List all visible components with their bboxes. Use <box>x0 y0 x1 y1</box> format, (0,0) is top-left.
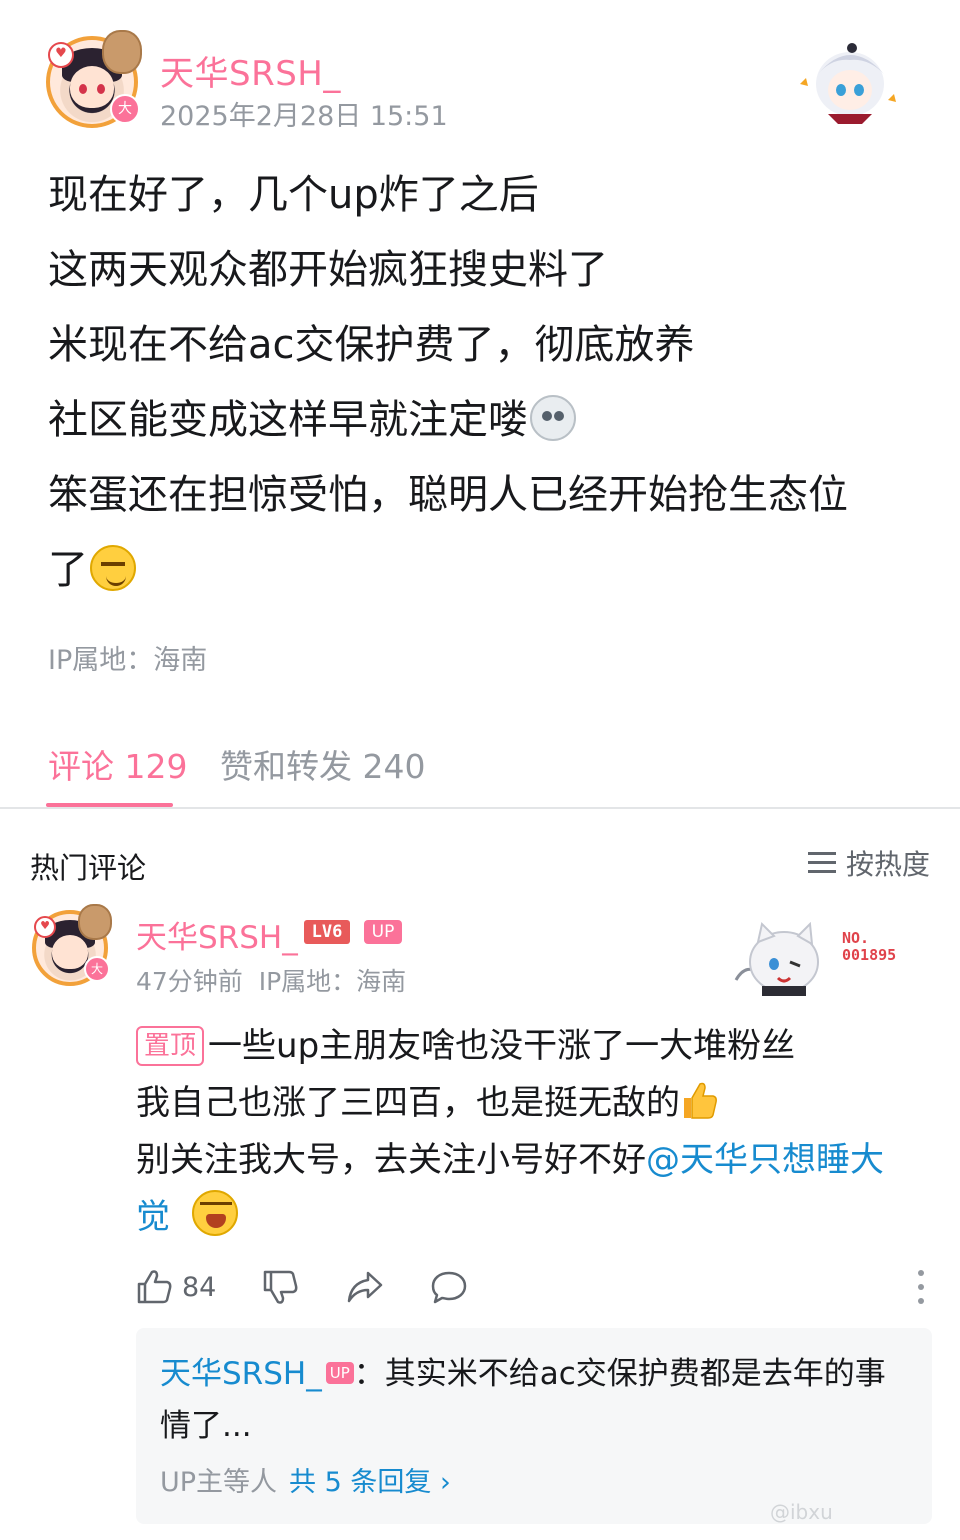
reply-preview[interactable]: 天华SRSH_ UP ：其实米不给ac交保护费都是去年的事情了... UP主等人共 … <box>136 1328 932 1524</box>
comment-content: 置顶 一些up主朋友啥也没干涨了一大堆粉丝 我自己也涨了三四百，也是挺无敌的 别关… <box>136 1018 926 1255</box>
divider <box>0 807 960 809</box>
thumbs-up-icon <box>137 1270 172 1304</box>
comment-avatar[interactable]: ♥ 大 <box>32 904 112 986</box>
comment-line-text: 别关注我大号，去关注小号好不好 <box>136 1140 646 1180</box>
comment-action-bar: 84 <box>136 1262 926 1312</box>
avatar-face <box>52 935 88 969</box>
heart-icon: ♥ <box>48 42 74 68</box>
like-button[interactable]: 84 <box>136 1262 216 1312</box>
reply-text: 天华SRSH_ UP ：其实米不给ac交保护费都是去年的事情了... <box>160 1348 910 1452</box>
post-author-name[interactable]: 天华SRSH_ <box>160 46 341 95</box>
post-line: 笨蛋还在担惊受怕，聪明人已经开始抢生态位 <box>48 472 848 518</box>
mention-link-continued[interactable]: 觉 <box>136 1197 170 1237</box>
post-ip-location: IP属地：海南 <box>48 645 208 676</box>
sort-button[interactable]: 按热度 <box>808 843 930 883</box>
comment-meta: 47分钟前 IP属地：海南 <box>136 967 407 996</box>
like-count: 84 <box>182 1271 217 1303</box>
thumbs-up-emoji-icon <box>684 1082 717 1119</box>
sort-label: 按热度 <box>846 848 931 881</box>
reply-button[interactable] <box>430 1262 468 1312</box>
thumbs-down-icon <box>263 1270 298 1304</box>
post-line-text: 了 <box>48 547 88 593</box>
skull-emoji-icon <box>530 395 576 441</box>
avatar-face <box>70 66 114 108</box>
share-button[interactable] <box>346 1262 384 1312</box>
avatar-eye-left <box>79 84 87 94</box>
reply-participants: UP主等人 <box>160 1467 278 1498</box>
mention-link[interactable]: @天华只想睡大 <box>646 1140 884 1180</box>
post-line-with-emoji: 社区能变成这样早就注定喽 <box>48 383 928 458</box>
hot-comments-title: 热门评论 <box>30 851 147 885</box>
sort-icon <box>808 852 836 874</box>
decoration-sticker-girl <box>800 43 896 124</box>
post-line: 这两天观众都开始疯狂搜史料了 <box>48 247 608 293</box>
post-content: 现在好了，几个up炸了之后 这两天观众都开始疯狂搜史料了 米现在不给ac交保护费… <box>48 158 928 608</box>
heart-icon: ♥ <box>34 916 56 938</box>
reply-count: 共 5 条回复 › <box>289 1467 451 1498</box>
up-badge: UP <box>325 1362 354 1384</box>
smirk-emoji-icon <box>90 545 136 591</box>
watermark: @ibxu <box>770 1500 833 1524</box>
tab-comments[interactable]: 评论 129 <box>48 740 187 788</box>
reply-author[interactable]: 天华SRSH_ <box>160 1356 322 1392</box>
author-avatar[interactable]: ♥ 大 <box>46 30 142 128</box>
up-badge: UP <box>364 920 402 944</box>
comment-bubble-icon <box>431 1271 467 1304</box>
comment-author-name[interactable]: 天华SRSH_ <box>136 912 298 957</box>
comment-line-text: 一些up主朋友啥也没干涨了一大堆粉丝 <box>208 1026 796 1066</box>
more-options-icon[interactable] <box>918 1270 924 1304</box>
avatar-badge: 大 <box>84 956 110 982</box>
view-replies-link[interactable]: UP主等人共 5 条回复 › <box>160 1460 451 1499</box>
comment-line: 置顶 一些up主朋友啥也没干涨了一大堆粉丝 <box>136 1018 926 1075</box>
crying-emoji-icon <box>192 1190 238 1236</box>
pinned-tag: 置顶 <box>136 1026 205 1066</box>
decoration-sticker-cat-girl <box>734 922 819 996</box>
level-badge: LV6 <box>304 920 350 944</box>
post-line-with-emoji: 了 <box>48 533 928 608</box>
post-line: 米现在不给ac交保护费了，彻底放养 <box>48 322 695 368</box>
decoration-number: NO. 001895 <box>842 929 897 964</box>
avatar-badge: 大 <box>110 94 140 124</box>
comment-line: 觉 <box>136 1189 926 1255</box>
dislike-button[interactable] <box>262 1262 298 1312</box>
comment-line: 别关注我大号，去关注小号好不好@天华只想睡大 <box>136 1132 926 1189</box>
share-icon <box>347 1271 383 1303</box>
tab-likes-reposts[interactable]: 赞和转发 240 <box>220 740 425 788</box>
post-timestamp: 2025年2月28日 15:51 <box>160 101 448 132</box>
avatar-pendant-bear <box>78 904 112 940</box>
post-line-text: 社区能变成这样早就注定喽 <box>48 397 528 443</box>
avatar-pendant-bear <box>102 30 142 74</box>
avatar-eye-right <box>97 84 105 94</box>
comment-line-text: 我自己也涨了三四百，也是挺无敌的 <box>136 1083 680 1123</box>
comment-line: 我自己也涨了三四百，也是挺无敌的 <box>136 1075 926 1132</box>
post-line: 现在好了，几个up炸了之后 <box>48 172 539 218</box>
